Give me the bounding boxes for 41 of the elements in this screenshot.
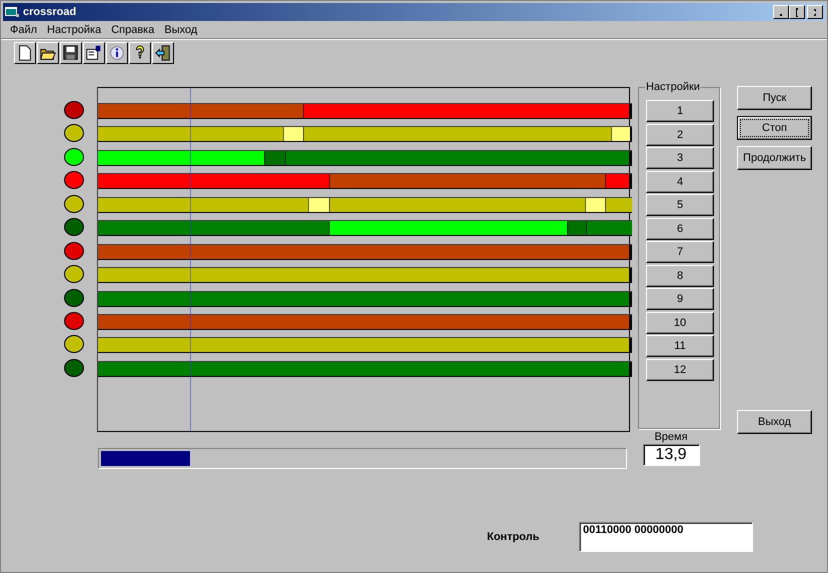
- info-icon: [108, 44, 126, 62]
- group-title: Настройки: [645, 81, 701, 93]
- settings-button[interactable]: 10: [646, 312, 714, 334]
- settings-button[interactable]: 9: [646, 288, 714, 310]
- time-field: 13,9: [642, 444, 700, 466]
- control-field: 00110000 00000000: [579, 522, 753, 552]
- control-label: Контроль: [487, 531, 540, 543]
- menu-item[interactable]: Настройка: [42, 24, 106, 36]
- settings-button[interactable]: 11: [646, 335, 714, 357]
- app-icon: [5, 6, 19, 18]
- menu-item[interactable]: Справка: [106, 24, 160, 36]
- toolbar-button[interactable]: [106, 42, 128, 64]
- window-title: crossroad: [23, 6, 78, 18]
- settings-button[interactable]: 5: [646, 194, 714, 216]
- settings-button[interactable]: 6: [646, 218, 714, 240]
- action-button[interactable]: Стоп: [737, 116, 812, 140]
- settings-button[interactable]: 2: [646, 124, 714, 146]
- time-label: Время: [654, 431, 688, 443]
- menu-item[interactable]: Файл: [5, 24, 42, 36]
- action-button[interactable]: Продолжить: [737, 146, 812, 170]
- exit-button[interactable]: Выход: [737, 410, 812, 434]
- toolbar-button[interactable]: [60, 42, 82, 64]
- toolbar-button[interactable]: [37, 42, 59, 64]
- settings-button[interactable]: 1: [646, 100, 714, 122]
- toolbar-button[interactable]: [14, 42, 36, 64]
- new-file-icon: [16, 44, 34, 62]
- settings-button[interactable]: 12: [646, 358, 714, 380]
- properties-icon: [85, 44, 103, 62]
- settings-button[interactable]: 4: [646, 170, 714, 192]
- minimize-button[interactable]: [773, 5, 789, 19]
- settings-button[interactable]: 8: [646, 264, 714, 286]
- toolbar-button[interactable]: [129, 42, 151, 64]
- toolbar-button[interactable]: [83, 42, 105, 64]
- close-button[interactable]: [807, 5, 823, 19]
- settings-button[interactable]: 3: [646, 147, 714, 169]
- maximize-button[interactable]: [789, 5, 805, 19]
- menu-item[interactable]: Выход: [159, 24, 202, 36]
- exit-door-icon: [154, 44, 172, 62]
- action-button[interactable]: Пуск: [737, 86, 812, 110]
- settings-button[interactable]: 7: [646, 241, 714, 263]
- toolbar-button[interactable]: [152, 42, 174, 64]
